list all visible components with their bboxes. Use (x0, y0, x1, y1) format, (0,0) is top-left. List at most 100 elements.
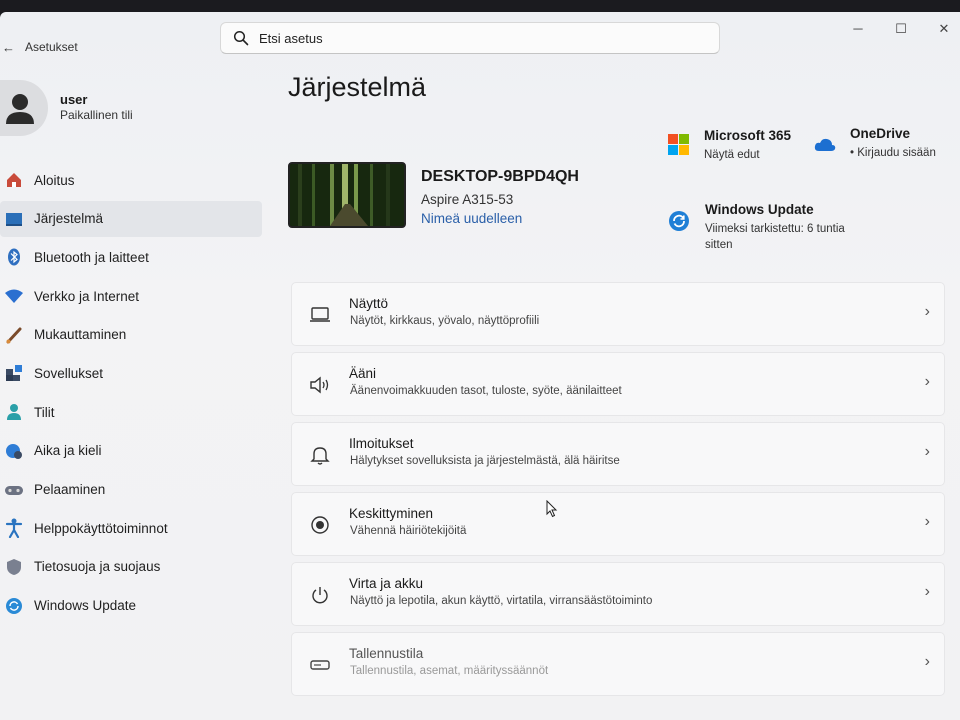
card-title: Ääni (349, 366, 377, 381)
microsoft365-tile[interactable]: Microsoft 365 Näytä edut (668, 128, 798, 163)
home-icon (2, 170, 26, 190)
card-subtitle: Näyttö ja lepotila, akun käyttö, virtati… (350, 595, 653, 607)
microsoft365-title: Microsoft 365 (704, 128, 792, 143)
sidebar-item-helppokayttotoiminnot[interactable]: Helppokäyttötoiminnot (0, 510, 262, 546)
sidebar-item-pelaaminen[interactable]: Pelaaminen (0, 472, 262, 508)
title-bar: ← Asetukset ─ ☐ ✕ (0, 12, 960, 62)
sidebar-item-aika-ja-kieli[interactable]: Aika ja kieli (0, 433, 262, 469)
account-icon (2, 402, 26, 422)
sidebar-nav: Aloitus Järjestelmä Bluetooth ja laittee… (0, 162, 262, 626)
onedrive-cloud-icon (814, 138, 836, 151)
onedrive-title: OneDrive (850, 126, 911, 141)
shield-icon (2, 557, 26, 577)
sidebar-item-label: Tilit (34, 404, 55, 420)
update-icon (669, 211, 689, 231)
user-profile[interactable]: user Paikallinen tili (0, 80, 260, 140)
apps-icon (2, 363, 26, 383)
sidebar-item-tietosuoja[interactable]: Tietosuoja ja suojaus (0, 549, 262, 585)
minimize-button[interactable]: ─ (843, 18, 873, 40)
device-model: Aspire A315-53 (421, 192, 514, 207)
card-title: Näyttö (349, 296, 389, 311)
windows-update-tile[interactable]: Windows Update Viimeksi tarkistettu: 6 t… (668, 202, 868, 253)
brush-icon (2, 325, 26, 345)
settings-window: ← Asetukset ─ ☐ ✕ user Paikallinen tili (0, 12, 960, 720)
card-naytto[interactable]: Näyttö Näytöt, kirkkaus, yövalo, näyttöp… (291, 282, 945, 346)
sidebar-item-label: Mukauttaminen (34, 327, 127, 343)
storage-icon (308, 653, 332, 677)
person-icon (6, 94, 34, 124)
chevron-right-icon: › (924, 583, 930, 600)
card-title: Ilmoitukset (349, 436, 414, 451)
sidebar-item-sovellukset[interactable]: Sovellukset (0, 355, 262, 391)
search-icon (233, 30, 249, 46)
chevron-right-icon: › (924, 653, 930, 670)
sidebar-item-mukauttaminen[interactable]: Mukauttaminen (0, 317, 262, 353)
card-title: Tallennustila (349, 646, 424, 661)
sidebar-item-jarjestelma[interactable]: Järjestelmä (0, 200, 262, 237)
windows-update-sub: Viimeksi tarkistettu: 6 tuntia sitten (705, 223, 845, 251)
onedrive-sub: • Kirjaudu sisään (850, 147, 936, 159)
onedrive-tile[interactable]: OneDrive • Kirjaudu sisään (814, 126, 954, 161)
card-virta-ja-akku[interactable]: Virta ja akku Näyttö ja lepotila, akun k… (291, 562, 945, 626)
sidebar-item-label: Verkko ja Internet (34, 288, 140, 304)
chevron-right-icon: › (924, 303, 930, 320)
device-name: DESKTOP-9BPD4QH (421, 168, 579, 185)
page-title: Järjestelmä (288, 72, 427, 102)
sidebar-item-label: Pelaaminen (34, 482, 106, 497)
search-box[interactable] (220, 22, 720, 54)
monitor-icon (308, 303, 332, 327)
bell-icon (308, 443, 332, 467)
card-subtitle: Näytöt, kirkkaus, yövalo, näyttöprofiili (350, 315, 540, 327)
sidebar-item-verkko[interactable]: Verkko ja Internet (0, 278, 262, 314)
microsoft-logo-icon (668, 134, 689, 155)
microsoft365-sub: Näytä edut (704, 149, 760, 161)
back-arrow-icon[interactable]: ← (2, 40, 15, 55)
close-button[interactable]: ✕ (929, 18, 959, 40)
wifi-icon (2, 286, 26, 306)
app-title: Asetukset (25, 40, 78, 54)
speaker-icon (308, 373, 332, 397)
chevron-right-icon: › (924, 513, 930, 530)
card-subtitle: Tallennustila, asemat, määrityssäännöt (350, 665, 549, 677)
card-ilmoitukset[interactable]: Ilmoitukset Hälytykset sovelluksista ja … (291, 422, 945, 486)
sidebar-item-label: Aloitus (34, 172, 75, 188)
sidebar-item-label: Helppokäyttötoiminnot (34, 520, 168, 536)
search-input[interactable] (259, 27, 699, 49)
power-icon (308, 583, 332, 607)
sidebar-item-label: Windows Update (34, 598, 137, 614)
card-aani[interactable]: Ääni Äänenvoimakkuuden tasot, tuloste, s… (291, 352, 945, 416)
sidebar-item-aloitus[interactable]: Aloitus (0, 162, 262, 198)
sidebar-item-label: Bluetooth ja laitteet (34, 249, 149, 265)
system-icon (2, 209, 26, 229)
sidebar-item-label: Sovellukset (34, 365, 104, 381)
bluetooth-icon (2, 247, 26, 267)
chevron-right-icon: › (924, 373, 930, 390)
sidebar-item-label: Tietosuoja ja suojaus (34, 559, 161, 575)
chevron-right-icon: › (924, 443, 930, 460)
card-title: Virta ja akku (349, 576, 424, 591)
focus-icon (308, 513, 332, 537)
user-name: user (60, 92, 88, 107)
gamepad-icon (2, 480, 26, 500)
avatar (0, 80, 48, 136)
mouse-cursor-icon (546, 500, 558, 518)
card-subtitle: Äänenvoimakkuuden tasot, tuloste, syöte,… (350, 385, 622, 397)
sidebar-item-tilit[interactable]: Tilit (0, 394, 262, 430)
sidebar-item-label: Aika ja kieli (34, 443, 102, 459)
card-subtitle: Vähennä häiriötekijöitä (350, 525, 467, 537)
card-keskittyminen[interactable]: Keskittyminen Vähennä häiriötekijöitä › (291, 492, 945, 556)
accessibility-icon (2, 518, 26, 539)
update-icon (2, 596, 26, 616)
maximize-button[interactable]: ☐ (886, 18, 916, 40)
sidebar-item-label: Järjestelmä (34, 211, 104, 227)
rename-link[interactable]: Nimeä uudelleen (421, 211, 522, 226)
globe-clock-icon (2, 441, 26, 461)
card-subtitle: Hälytykset sovelluksista ja järjestelmäs… (350, 455, 620, 467)
device-wallpaper-thumbnail[interactable] (288, 162, 406, 228)
card-title: Keskittyminen (349, 506, 434, 521)
card-tallennustila[interactable]: Tallennustila Tallennustila, asemat, mää… (291, 632, 945, 696)
account-type: Paikallinen tili (60, 108, 133, 122)
sidebar-item-windows-update[interactable]: Windows Update (0, 588, 262, 624)
windows-update-title: Windows Update (705, 202, 814, 217)
sidebar-item-bluetooth[interactable]: Bluetooth ja laitteet (0, 239, 262, 275)
